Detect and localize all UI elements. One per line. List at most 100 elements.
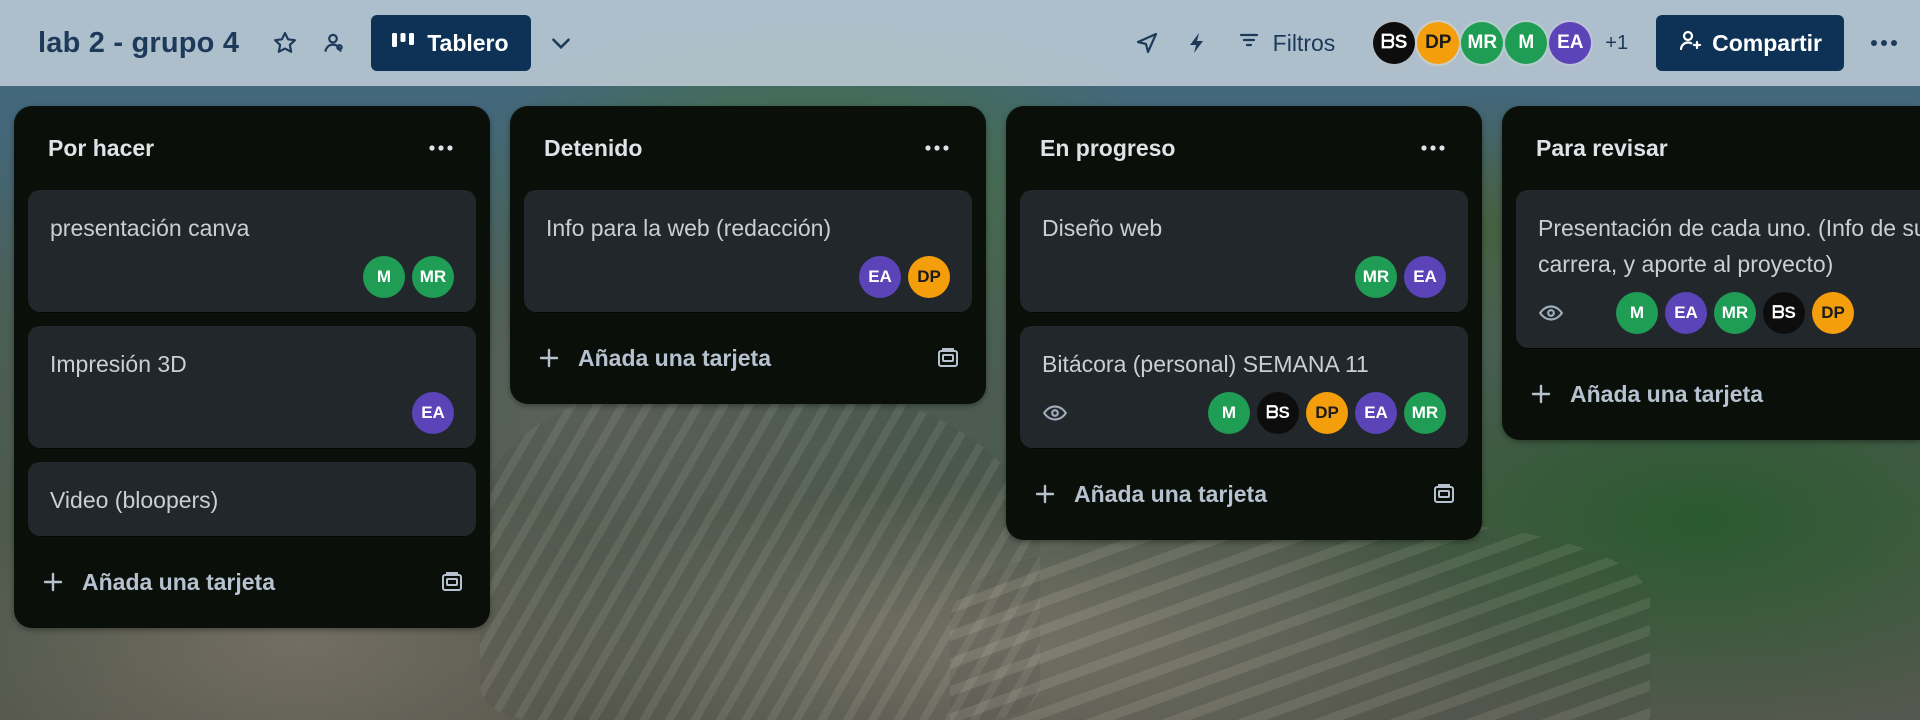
- workspace-visibility-icon[interactable]: [313, 23, 353, 63]
- card-template-icon[interactable]: [936, 346, 960, 370]
- avatar[interactable]: EA: [1355, 392, 1397, 434]
- card-members: M MR: [363, 256, 454, 298]
- avatar[interactable]: EA: [859, 256, 901, 298]
- board-view-label: Tablero: [427, 29, 509, 56]
- board-title[interactable]: lab 2 - grupo 4: [38, 27, 239, 60]
- list-para-revisar: Para revisar Presentación de cada uno. (…: [1502, 106, 1920, 440]
- plus-icon: [1530, 383, 1552, 405]
- avatar[interactable]: M: [1503, 20, 1550, 66]
- avatar[interactable]: DP: [1812, 292, 1854, 334]
- card-title: Presentación de cada uno. (Info de su ca…: [1538, 215, 1920, 277]
- plus-icon: [1034, 483, 1056, 505]
- card-footer: M ᗷS DP EA MR: [1042, 392, 1446, 434]
- list-header: Detenido: [524, 106, 972, 190]
- card-title: Info para la web (redacción): [546, 215, 832, 241]
- background-rock-lower: [950, 520, 1650, 720]
- avatar[interactable]: MR: [1714, 292, 1756, 334]
- board-header: lab 2 - grupo 4 Tablero Filtros ᗷS DP MR…: [0, 0, 1920, 86]
- card-footer: EA: [50, 392, 454, 434]
- board-view-button[interactable]: Tablero: [371, 15, 531, 71]
- avatar[interactable]: ᗷS: [1257, 392, 1299, 434]
- add-person-icon: [1678, 28, 1702, 58]
- card[interactable]: Info para la web (redacción) EA DP: [524, 190, 972, 312]
- plus-icon: [538, 347, 560, 369]
- add-card-label: Añada una tarjeta: [1570, 380, 1763, 407]
- chevron-down-icon[interactable]: [541, 23, 581, 63]
- card[interactable]: Video (bloopers): [28, 462, 476, 536]
- board-view-icon: [391, 30, 415, 57]
- star-icon[interactable]: [265, 23, 305, 63]
- more-options-icon[interactable]: [1864, 23, 1904, 63]
- card-title: Impresión 3D: [50, 351, 187, 377]
- list-menu-icon[interactable]: [1418, 133, 1448, 163]
- share-label: Compartir: [1712, 29, 1822, 56]
- add-card-button[interactable]: Añada una tarjeta: [1516, 362, 1920, 426]
- avatar[interactable]: EA: [1547, 20, 1594, 66]
- card-template-icon[interactable]: [1432, 482, 1456, 506]
- card-template-icon[interactable]: [440, 570, 464, 594]
- plus-icon: [42, 571, 64, 593]
- card[interactable]: Bitácora (personal) SEMANA 11 M ᗷS DP EA…: [1020, 326, 1468, 448]
- card-title: presentación canva: [50, 215, 250, 241]
- share-button[interactable]: Compartir: [1656, 15, 1844, 71]
- avatar[interactable]: DP: [908, 256, 950, 298]
- add-card-button[interactable]: Añada una tarjeta: [28, 550, 476, 614]
- list-title[interactable]: Para revisar: [1536, 135, 1668, 162]
- list-detenido: Detenido Info para la web (redacción) EA…: [510, 106, 986, 404]
- filters-button[interactable]: Filtros: [1237, 28, 1336, 58]
- avatar[interactable]: MR: [1404, 392, 1446, 434]
- avatar[interactable]: EA: [412, 392, 454, 434]
- card-title: Diseño web: [1042, 215, 1163, 241]
- avatar[interactable]: EA: [1665, 292, 1707, 334]
- avatar[interactable]: ᗷS: [1371, 20, 1418, 66]
- add-card-button[interactable]: Añada una tarjeta: [524, 326, 972, 390]
- card-footer: EA DP: [546, 256, 950, 298]
- list-header: En progreso: [1020, 106, 1468, 190]
- list-menu-icon[interactable]: [426, 133, 456, 163]
- avatar[interactable]: DP: [1306, 392, 1348, 434]
- list-menu-icon[interactable]: [922, 133, 952, 163]
- avatar[interactable]: M: [363, 256, 405, 298]
- card-footer: M MR: [50, 256, 454, 298]
- card-title: Video (bloopers): [50, 487, 219, 513]
- list-header: Para revisar: [1516, 106, 1920, 190]
- board-members: ᗷS DP MR M EA: [1371, 20, 1594, 66]
- card-footer: MR EA: [1042, 256, 1446, 298]
- card-members: MR EA: [1355, 256, 1446, 298]
- avatar[interactable]: M: [1208, 392, 1250, 434]
- rocket-icon[interactable]: [1127, 23, 1167, 63]
- card-members: M EA MR ᗷS DP: [1616, 292, 1854, 334]
- list-title[interactable]: Detenido: [544, 135, 642, 162]
- list-title[interactable]: En progreso: [1040, 135, 1175, 162]
- avatar[interactable]: DP: [1415, 20, 1462, 66]
- avatar[interactable]: MR: [412, 256, 454, 298]
- card-members: EA DP: [859, 256, 950, 298]
- list-en-progreso: En progreso Diseño web MR EA Bitácora (p…: [1006, 106, 1482, 540]
- card-footer: M EA MR ᗷS DP: [1538, 292, 1920, 334]
- add-card-button[interactable]: Añada una tarjeta: [1020, 462, 1468, 526]
- avatar[interactable]: M: [1616, 292, 1658, 334]
- avatar[interactable]: MR: [1459, 20, 1506, 66]
- card-title: Bitácora (personal) SEMANA 11: [1042, 351, 1369, 377]
- card-members: EA: [412, 392, 454, 434]
- list-title[interactable]: Por hacer: [48, 135, 154, 162]
- add-card-label: Añada una tarjeta: [1074, 480, 1267, 507]
- extra-members-count[interactable]: +1: [1605, 32, 1628, 55]
- filter-icon: [1237, 28, 1261, 58]
- card[interactable]: Presentación de cada uno. (Info de su ca…: [1516, 190, 1920, 348]
- list-por-hacer: Por hacer presentación canva M MR Impres…: [14, 106, 490, 628]
- card-members: M ᗷS DP EA MR: [1208, 392, 1446, 434]
- filters-label: Filtros: [1272, 29, 1336, 56]
- avatar[interactable]: MR: [1355, 256, 1397, 298]
- avatar[interactable]: ᗷS: [1763, 292, 1805, 334]
- card[interactable]: Impresión 3D EA: [28, 326, 476, 448]
- watching-eye-icon: [1538, 300, 1564, 326]
- avatar[interactable]: EA: [1404, 256, 1446, 298]
- card[interactable]: Diseño web MR EA: [1020, 190, 1468, 312]
- list-header: Por hacer: [28, 106, 476, 190]
- add-card-label: Añada una tarjeta: [578, 344, 771, 371]
- automation-bolt-icon[interactable]: [1177, 23, 1217, 63]
- watching-eye-icon: [1042, 400, 1068, 426]
- add-card-label: Añada una tarjeta: [82, 568, 275, 595]
- card[interactable]: presentación canva M MR: [28, 190, 476, 312]
